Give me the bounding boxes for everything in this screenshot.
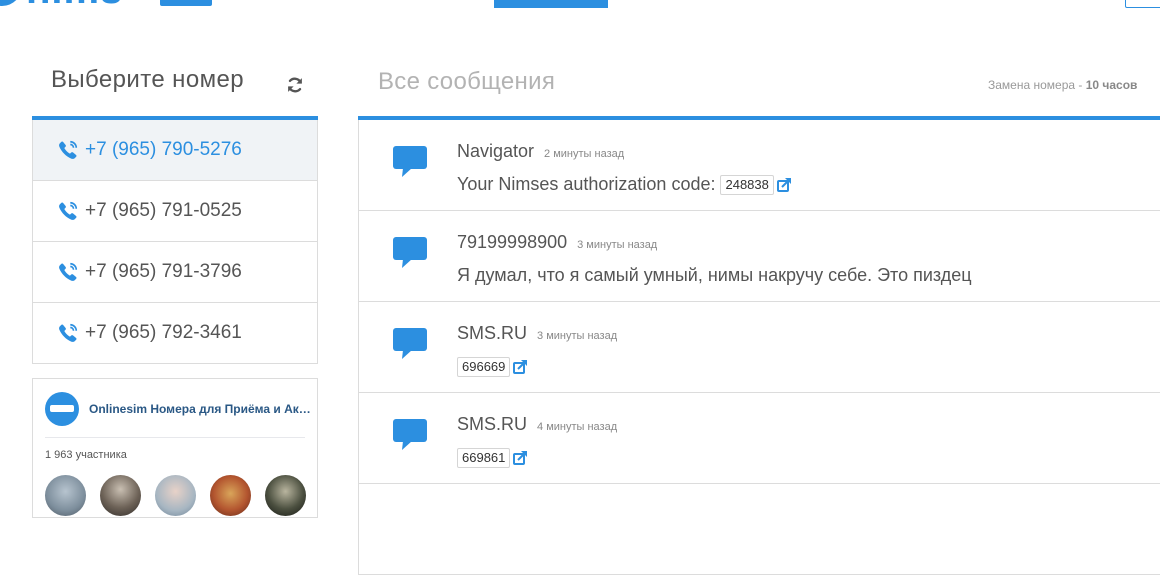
- message-list: Navigator 2 минуты назад Your Nimses autho…: [358, 116, 1160, 575]
- vk-members-count: 1 963 участника: [45, 449, 127, 461]
- replacement-note-label: Замена номера -: [988, 78, 1086, 92]
- phone-number-label: +7 (965) 791-3796: [85, 261, 242, 282]
- vk-divider: [45, 437, 305, 438]
- copy-code-icon[interactable]: [512, 359, 528, 375]
- sender-name: Navigator: [457, 141, 535, 161]
- sender-name: SMS.RU: [457, 323, 528, 343]
- phone-number-item[interactable]: +7 (965) 790-5276: [32, 120, 318, 181]
- message-item: Navigator 2 минуты назад Your Nimses autho…: [358, 120, 1160, 211]
- vk-group-widget: Onlinesim Номера для Приёма и Активации …: [32, 378, 318, 518]
- numbers-panel-title: Выберите номер: [51, 66, 244, 93]
- message-text: 669861: [457, 447, 528, 469]
- message-sender: 79199998900 3 минуты назад: [457, 232, 657, 253]
- number-list: +7 (965) 790-5276 +7 (965) 791-0525 +7 (96…: [32, 116, 318, 364]
- replacement-note-value: 10 часов: [1085, 78, 1138, 92]
- message-item: SMS.RU 4 минуты назад 669861: [358, 393, 1160, 484]
- message-sender: Navigator 2 минуты назад: [457, 141, 624, 162]
- sender-name: SMS.RU: [457, 414, 528, 434]
- message-text: 696669: [457, 356, 528, 378]
- verification-code[interactable]: 248838: [720, 175, 774, 196]
- header-button[interactable]: [1125, 0, 1160, 8]
- phone-icon: [57, 139, 79, 161]
- message-sender: SMS.RU 4 минуты назад: [457, 414, 617, 435]
- vk-member-avatar[interactable]: [100, 475, 141, 516]
- vk-member-avatar[interactable]: [265, 475, 306, 516]
- phone-icon: [57, 200, 79, 222]
- phone-number-label: +7 (965) 792-3461: [85, 322, 242, 343]
- sender-name: 79199998900: [457, 232, 568, 252]
- message-bubble-icon: [393, 146, 427, 178]
- message-item: 79199998900 3 минуты назад Я думал, что я …: [358, 211, 1160, 302]
- message-time: 2 минуты назад: [544, 148, 625, 160]
- logo-badge: [160, 0, 212, 6]
- phone-number-label: +7 (965) 790-5276: [85, 139, 242, 160]
- phone-icon: [57, 322, 79, 344]
- phone-icon: [57, 261, 79, 283]
- copy-code-icon[interactable]: [512, 450, 528, 466]
- phone-number-label: +7 (965) 791-0525: [85, 200, 242, 221]
- message-item: SMS.RU 3 минуты назад 696669: [358, 302, 1160, 393]
- vk-member-avatars: [45, 475, 306, 516]
- vk-group-avatar[interactable]: [45, 392, 79, 426]
- number-replacement-note: Замена номера - 10 часов: [988, 78, 1137, 92]
- nav-tab-active[interactable]: [494, 0, 608, 8]
- message-time: 3 минуты назад: [537, 330, 618, 342]
- message-sender: SMS.RU 3 минуты назад: [457, 323, 617, 344]
- message-bubble-icon: [393, 237, 427, 269]
- message-bubble-icon: [393, 328, 427, 360]
- message-bubble-icon: [393, 419, 427, 451]
- phone-number-item[interactable]: +7 (965) 792-3461: [32, 303, 318, 364]
- message-text: Your Nimses authorization code: 248838: [457, 174, 792, 196]
- messages-panel-title: Все сообщения: [378, 68, 556, 95]
- message-time: 4 минуты назад: [537, 421, 618, 433]
- phone-number-item[interactable]: +7 (965) 791-0525: [32, 181, 318, 242]
- message-item: [358, 484, 1160, 575]
- verification-code[interactable]: 696669: [457, 357, 511, 378]
- vk-member-avatar[interactable]: [210, 475, 251, 516]
- message-body: Я думал, что я самый умный, нимы накручу…: [457, 265, 972, 285]
- vk-group-name[interactable]: Onlinesim Номера для Приёма и Активации: [89, 402, 313, 416]
- refresh-icon[interactable]: [284, 74, 306, 96]
- message-text: Я думал, что я самый умный, нимы накручу…: [457, 265, 972, 286]
- message-body: Your Nimses authorization code:: [457, 174, 721, 194]
- message-time: 3 минуты назад: [577, 239, 658, 251]
- verification-code[interactable]: 669861: [457, 448, 511, 469]
- phone-number-item[interactable]: +7 (965) 791-3796: [32, 242, 318, 303]
- logo-text[interactable]: nims: [26, 0, 123, 10]
- vk-member-avatar[interactable]: [45, 475, 86, 516]
- logo-mark[interactable]: [0, 0, 22, 6]
- vk-member-avatar[interactable]: [155, 475, 196, 516]
- copy-code-icon[interactable]: [776, 177, 792, 193]
